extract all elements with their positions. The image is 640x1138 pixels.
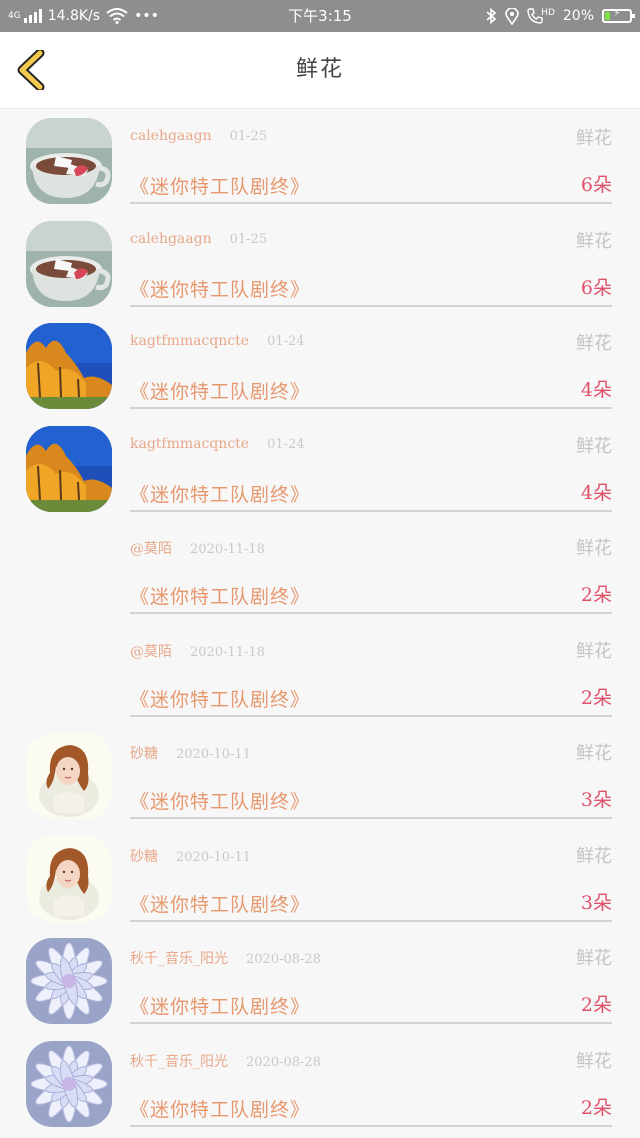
divider (130, 817, 612, 819)
flower-count: 2朵 (580, 686, 612, 709)
gift-date: 2020-08-28 (246, 1054, 321, 1070)
book-title[interactable]: 《迷你特工队剧终》 (130, 787, 310, 814)
flower-count: 2朵 (580, 1096, 612, 1119)
flower-count: 3朵 (580, 891, 612, 914)
divider (130, 509, 612, 512)
username[interactable]: @莫陌 (130, 644, 172, 660)
book-title[interactable]: 《迷你特工队剧终》 (130, 480, 310, 507)
flower-count: 2朵 (580, 994, 612, 1016)
gift-type: 鲜花 (576, 1050, 612, 1072)
hd-call-label: HD (541, 8, 555, 18)
username-line: 砂糖 2020-10-11 (130, 846, 251, 866)
username-line: kagtfmmacqncte 01-24 (130, 333, 305, 349)
username[interactable]: 砂糖 (130, 746, 158, 762)
list-item[interactable]: 砂糖 2020-10-11 鲜花《迷你特工队剧终》 3朵 (0, 725, 640, 828)
gift-type: 鲜花 (576, 743, 612, 764)
list-item[interactable]: kagtfmmacqncte 01-24 鲜花《迷你特工队剧终》 4朵 (0, 418, 640, 521)
avatar[interactable] (26, 835, 112, 922)
divider (130, 304, 612, 307)
list-item[interactable]: 秋千_音乐_阳光 2020-08-28 鲜花《迷你特工队剧终》 2朵 (0, 930, 640, 1033)
list-item[interactable]: @莫陌 2020-11-18 鲜花《迷你特工队剧终》 2朵 (0, 520, 640, 623)
username[interactable]: kagtfmmacqncte (130, 436, 249, 452)
location-icon (505, 7, 519, 25)
bluetooth-icon (486, 8, 497, 24)
divider (130, 202, 612, 204)
username[interactable]: 秋千_音乐_阳光 (130, 1054, 228, 1070)
gift-date: 2020-11-18 (190, 644, 265, 660)
username-line: kagtfmmacqncte 01-24 (130, 436, 305, 452)
nav-header: 鲜花 (0, 32, 640, 109)
gift-date: 01-24 (267, 436, 305, 452)
flower-record-list: calehgaagn 01-25 鲜花 《迷你特工队剧终》 6朵 calehgaagn 01… (0, 110, 640, 1135)
gift-type: 鲜花 (576, 333, 612, 354)
username[interactable]: 秋千_音乐_阳光 (130, 951, 228, 967)
avatar[interactable] (26, 323, 112, 409)
avatar[interactable] (26, 425, 112, 512)
book-title[interactable]: 《迷你特工队剧终》 (130, 377, 310, 404)
username[interactable]: kagtfmmacqncte (130, 333, 249, 349)
gift-type: 鲜花 (576, 230, 612, 252)
gift-date: 2020-10-11 (176, 849, 251, 865)
list-item[interactable]: calehgaagn 01-25 鲜花《迷你特工队剧终》 6朵 (0, 110, 640, 213)
gift-type: 鲜花 (576, 128, 612, 149)
gift-date: 01-25 (229, 129, 268, 144)
status-right: HD 20% ⚡ (485, 0, 635, 32)
divider (130, 714, 612, 717)
book-title[interactable]: 《迷你特工队剧终》 (130, 275, 310, 302)
username[interactable]: 砂糖 (130, 849, 158, 865)
gift-date: 01-24 (267, 334, 305, 349)
username-line: 砂糖 2020-10-11 (130, 743, 251, 763)
battery-percent: 20% (562, 8, 594, 24)
username-line: calehgaagn 01-25 (130, 231, 267, 247)
page-title: 鲜花 (295, 57, 344, 82)
gift-date: 2020-11-18 (190, 542, 265, 557)
flower-count: 6朵 (580, 174, 612, 196)
list-item[interactable]: kagtfmmacqncte 01-24 鲜花《迷你特工队剧终》 4朵 (0, 315, 640, 418)
username[interactable]: @莫陌 (130, 541, 172, 557)
divider (130, 1124, 612, 1127)
gift-type: 鲜花 (576, 435, 612, 457)
list-item[interactable]: @莫陌 2020-11-18 鲜花《迷你特工队剧终》 2朵 (0, 623, 640, 726)
status-bar: 4G 14.8K/s ••• 下午3:15 HD 20% ⚡ (0, 0, 640, 32)
book-title[interactable]: 《迷你特工队剧终》 (130, 1095, 310, 1122)
divider (130, 612, 612, 614)
gift-type: 鲜花 (576, 845, 612, 867)
divider (130, 407, 612, 409)
list-item[interactable]: 砂糖 2020-10-11 鲜花《迷你特工队剧终》 3朵 (0, 828, 640, 931)
username-line: calehgaagn 01-25 (130, 128, 267, 144)
gift-date: 01-25 (229, 231, 268, 247)
gift-date: 2020-08-28 (246, 952, 321, 967)
book-title[interactable]: 《迷你特工队剧终》 (130, 890, 310, 917)
gift-date: 2020-10-11 (176, 747, 251, 762)
username-line: @莫陌 2020-11-18 (130, 538, 265, 558)
username[interactable]: calehgaagn (130, 128, 212, 144)
list-item[interactable]: 秋千_音乐_阳光 2020-08-28 鲜花《迷你特工队剧终》 2朵 (0, 1033, 640, 1136)
flower-count: 6朵 (580, 276, 612, 299)
avatar[interactable] (26, 1040, 112, 1127)
book-title[interactable]: 《迷你特工队剧终》 (130, 685, 310, 712)
book-title[interactable]: 《迷你特工队剧终》 (130, 992, 310, 1019)
username-line: 秋千_音乐_阳光 2020-08-28 (130, 948, 321, 968)
divider (130, 919, 612, 922)
avatar[interactable] (26, 938, 112, 1024)
gift-type: 鲜花 (576, 948, 612, 969)
gift-type: 鲜花 (576, 640, 612, 662)
avatar[interactable] (26, 733, 112, 819)
avatar[interactable] (26, 118, 112, 204)
battery-icon: ⚡ (602, 8, 635, 23)
book-title[interactable]: 《迷你特工队剧终》 (130, 582, 310, 609)
flower-count: 4朵 (580, 379, 612, 401)
avatar[interactable] (26, 220, 112, 307)
book-title[interactable]: 《迷你特工队剧终》 (130, 172, 310, 199)
username[interactable]: calehgaagn (130, 231, 212, 247)
divider (130, 1022, 612, 1024)
flower-count: 2朵 (580, 584, 612, 606)
username-line: @莫陌 2020-11-18 (130, 641, 265, 661)
flower-count: 3朵 (580, 789, 612, 811)
list-item[interactable]: calehgaagn 01-25 鲜花《迷你特工队剧终》 6朵 (0, 213, 640, 316)
flower-count: 4朵 (580, 481, 612, 504)
username-line: 秋千_音乐_阳光 2020-08-28 (130, 1051, 321, 1071)
gift-type: 鲜花 (576, 538, 612, 559)
